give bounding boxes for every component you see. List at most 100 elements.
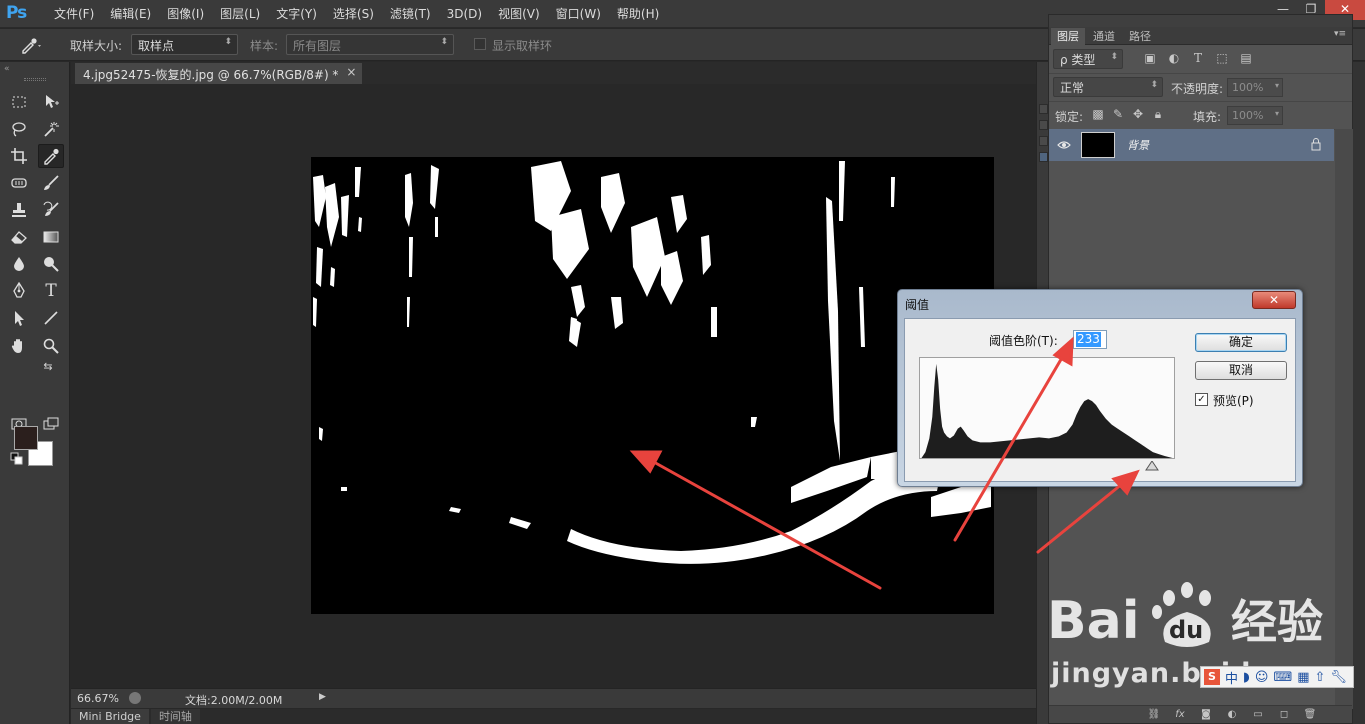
keyboard-icon[interactable]: ⌨ [1273,670,1292,685]
chevron-updown-icon: ⬍ [1150,80,1158,90]
menu-3d[interactable]: 3D(D) [439,0,490,28]
threshold-level-input[interactable]: 233 [1073,330,1107,349]
spot-healing-icon[interactable] [6,171,32,195]
type-tool-icon[interactable]: T [38,279,64,303]
collapsed-panel-button[interactable] [1039,136,1048,146]
foreground-color-swatch[interactable] [14,426,38,450]
default-colors-icon[interactable] [10,452,24,466]
lock-all-icon[interactable]: 🔒︎ [1151,107,1165,121]
brush-icon[interactable] [38,171,64,195]
layer-row-background[interactable]: 背景 [1049,129,1334,161]
rectangle-marquee-icon[interactable] [6,90,32,114]
history-brush-icon[interactable] [38,198,64,222]
path-selection-icon[interactable] [6,306,32,330]
filter-shape-icon[interactable]: ⬚ [1215,51,1229,65]
threshold-slider-handle[interactable] [1145,461,1159,471]
new-layer-icon[interactable]: ◻ [1277,709,1291,721]
layer-filter-select[interactable]: ρ 类型 ⬍ [1053,49,1123,69]
link-icon[interactable]: ⛓ [1147,709,1161,721]
tab-layers[interactable]: 图层 [1051,28,1085,45]
collapse-arrows-icon[interactable]: « [4,64,10,74]
panel-menu-icon[interactable]: ▾≡ [1334,29,1346,39]
collapsed-panel-button[interactable] [1039,104,1048,114]
filter-smart-object-icon[interactable]: ▤ [1239,51,1253,65]
panel-grip[interactable] [24,78,46,81]
tab-paths[interactable]: 路径 [1123,28,1157,45]
collapsed-panel-button[interactable] [1039,120,1048,130]
preview-checkbox[interactable]: ✓ [1195,393,1208,406]
zoom-level[interactable]: 66.67% [77,692,119,705]
menu-image[interactable]: 图像(I) [159,0,212,28]
screen-mode-icon[interactable] [38,412,64,436]
filter-adjustment-icon[interactable]: ◐ [1167,51,1181,65]
eraser-icon[interactable] [6,225,32,249]
sogou-ime-icon[interactable]: S [1204,669,1220,685]
hand-icon[interactable] [6,334,32,358]
ime-mode[interactable]: 中 [1225,668,1238,687]
crop-icon[interactable] [6,144,32,168]
tab-channels[interactable]: 通道 [1087,28,1121,45]
lock-move-icon[interactable]: ✥ [1131,107,1145,121]
upload-icon[interactable]: ⇧ [1315,670,1326,685]
fx-icon[interactable]: fx [1173,709,1187,721]
cancel-button[interactable]: 取消 [1195,361,1287,380]
menu-layer[interactable]: 图层(L) [212,0,268,28]
layer-name[interactable]: 背景 [1127,137,1149,153]
moon-punctuation-icon[interactable]: ◗ [1243,670,1250,685]
blur-drop-icon[interactable] [6,252,32,276]
blend-mode-select[interactable]: 正常 ⬍ [1053,77,1163,97]
status-info-icon[interactable] [129,692,141,704]
document-tab[interactable]: 4.jpg52475-恢复的.jpg @ 66.7%(RGB/8#) * × [75,63,363,84]
fill-input[interactable]: 100% ▾ [1227,106,1283,125]
line-tool-icon[interactable] [38,306,64,330]
skin-icon[interactable]: ▦ [1297,670,1309,685]
menu-edit[interactable]: 编辑(E) [102,0,159,28]
dodge-icon[interactable] [38,252,64,276]
filter-pixel-icon[interactable]: ▣ [1143,51,1157,65]
lock-transparency-icon[interactable]: ▩ [1091,107,1105,121]
eyedropper-tool-icon[interactable] [38,144,64,168]
filter-type-icon[interactable]: T [1191,51,1205,65]
close-tab-icon[interactable]: × [346,65,356,79]
threshold-level-value: 233 [1076,332,1101,347]
lasso-icon[interactable] [6,117,32,141]
pen-icon[interactable] [6,279,32,303]
opacity-input[interactable]: 100% ▾ [1227,78,1283,97]
mask-icon[interactable]: ◙ [1199,709,1213,721]
dialog-body: 阈值色阶(T): 233 确定 取消 ✓ 预览(P) [904,318,1296,482]
lock-paint-icon[interactable]: ✎ [1111,107,1125,121]
menu-help[interactable]: 帮助(H) [609,0,667,28]
smile-icon[interactable]: ☺ [1255,670,1269,685]
panel-titlebar[interactable] [1049,15,1352,27]
menu-view[interactable]: 视图(V) [490,0,548,28]
eye-icon[interactable] [1057,138,1071,152]
menu-filter[interactable]: 滤镜(T) [382,0,439,28]
status-menu-arrow-icon[interactable]: ▶ [319,692,326,702]
collapsed-panel-button[interactable] [1039,152,1048,162]
threshold-image-canvas[interactable] [311,157,994,614]
eyedropper-icon[interactable] [20,36,42,54]
dialog-close-button[interactable]: ✕ [1252,291,1296,309]
adjustment-icon[interactable]: ◐ [1225,709,1239,721]
magic-wand-icon[interactable] [38,117,64,141]
swap-colors-icon[interactable]: ⇆ [40,358,56,374]
tab-mini-bridge[interactable]: Mini Bridge [71,709,149,724]
menu-window[interactable]: 窗口(W) [548,0,609,28]
ok-button[interactable]: 确定 [1195,333,1287,352]
layers-scrollbar[interactable] [1335,129,1353,709]
move-tool-icon[interactable] [38,90,64,114]
status-bar: 66.67% 文档:2.00M/2.00M ▶ [71,688,1046,708]
gradient-icon[interactable] [38,225,64,249]
trash-icon[interactable]: 🗑︎ [1303,709,1317,721]
menu-select[interactable]: 选择(S) [325,0,382,28]
zoom-icon[interactable] [38,334,64,358]
show-ring-checkbox[interactable] [474,38,486,50]
tab-timeline[interactable]: 时间轴 [150,709,200,724]
menu-type[interactable]: 文字(Y) [268,0,325,28]
sample-select[interactable]: 所有图层 ⬍ [286,34,454,55]
group-icon[interactable]: ▭ [1251,709,1265,721]
clone-stamp-icon[interactable] [6,198,32,222]
sample-size-select[interactable]: 取样点 ⬍ [131,34,238,55]
wrench-icon[interactable]: 🔧︎ [1330,670,1347,685]
menu-file[interactable]: 文件(F) [46,0,102,28]
